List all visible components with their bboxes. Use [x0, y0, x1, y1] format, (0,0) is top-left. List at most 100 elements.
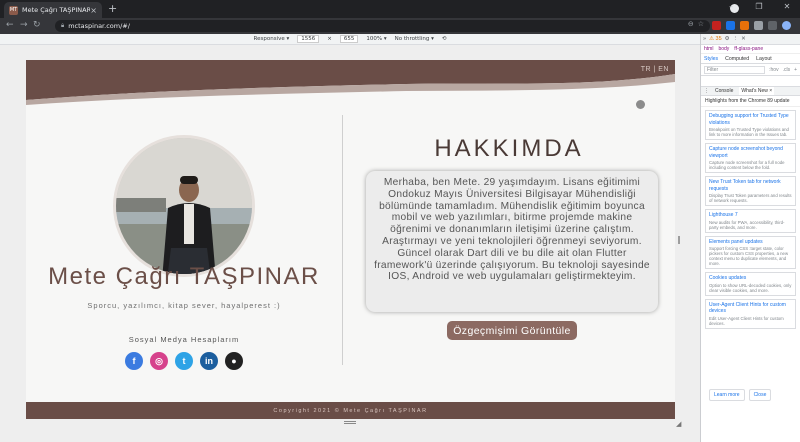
copyright-text: Copyright 2021 © Mete Çağrı TAŞPINAR: [273, 407, 428, 414]
list-item-desc: Display Trust Token parameters and resul…: [709, 193, 792, 203]
device-toolbar: Responsive ▾ 1556 × 655 100% ▾ No thrott…: [0, 34, 700, 45]
list-item-title: Debugging support for Trusted Type viola…: [709, 113, 789, 126]
list-item[interactable]: Elements panel updates Support forcing C…: [705, 235, 796, 269]
list-item[interactable]: Cookies updates Option to show URL-decod…: [705, 272, 796, 296]
extension-icon[interactable]: [740, 21, 749, 30]
tab-close-icon[interactable]: ×: [90, 6, 97, 15]
hov-toggle[interactable]: :hov: [769, 67, 778, 73]
lang-separator: |: [653, 66, 656, 73]
lang-tr-link[interactable]: TR: [641, 66, 651, 73]
list-item[interactable]: Debugging support for Trusted Type viola…: [705, 110, 796, 140]
profile-column: Mete Çağrı TAŞPINAR Sporcu, yazılımcı, k…: [26, 105, 342, 402]
browser-tab[interactable]: MT Mete Çağrı TAŞPINAR ×: [4, 2, 102, 18]
address-bar[interactable]: 🔒︎ mctaspinar.com/#/ ⊖ ☆: [55, 20, 710, 32]
language-switcher: TR | EN: [641, 66, 669, 73]
profile-photo: [113, 135, 255, 277]
extension-icon[interactable]: [754, 21, 763, 30]
back-icon[interactable]: ←: [6, 20, 14, 30]
viewport-resize-handle-corner[interactable]: ◢: [676, 420, 681, 428]
tab-title: Mete Çağrı TAŞPINAR: [22, 6, 91, 14]
more-tabs-icon[interactable]: »: [703, 36, 706, 42]
whats-new-list: Debugging support for Trusted Type viola…: [701, 107, 800, 329]
list-item-desc: Capture node screenshot for a full node …: [709, 160, 785, 170]
browser-toolbar: ← → ↻ 🔒︎ mctaspinar.com/#/ ⊖ ☆: [0, 18, 800, 34]
drawer-tabs: ⋮ Console What's New ×: [701, 86, 800, 96]
styles-filter-bar: Filter :hov .cls +: [701, 64, 800, 76]
tab-layout[interactable]: Layout: [756, 56, 772, 62]
zoom-icon[interactable]: ⊖: [688, 20, 694, 28]
list-item-title: New Trust Token tab for network requests: [709, 179, 781, 192]
web-page: TR | EN Mete Çağrı TAŞPINAR Sporcu, yazı…: [26, 60, 675, 419]
zoom-select[interactable]: 100% ▾: [366, 36, 386, 42]
styles-filter-input[interactable]: Filter: [704, 65, 766, 74]
list-item-desc: Support forcing CSS :target state, color…: [709, 246, 789, 266]
url-text: mctaspinar.com/#/: [68, 22, 130, 30]
viewport-resize-handle-bottom[interactable]: [344, 421, 356, 424]
whats-new-actions: Learn more Close: [709, 389, 772, 401]
tab-console[interactable]: Console: [715, 88, 733, 94]
bookmark-star-icon[interactable]: ☆: [698, 20, 704, 28]
warnings-badge[interactable]: ⚠ 35: [709, 36, 722, 42]
list-item-title: Elements panel updates: [709, 238, 763, 245]
breadcrumb-item[interactable]: body: [718, 46, 729, 52]
devtools-toolbar: » ⚠ 35 ⚙ ⋮ ✕: [701, 34, 800, 45]
tab-styles[interactable]: Styles: [704, 56, 718, 62]
reload-icon[interactable]: ↻: [33, 20, 41, 30]
list-item[interactable]: Capture node screenshot beyond viewport …: [705, 143, 796, 173]
extension-icon[interactable]: [768, 21, 777, 30]
learn-more-button[interactable]: Learn more: [709, 389, 745, 401]
device-height-input[interactable]: 655: [339, 35, 359, 43]
extension-icon[interactable]: [712, 21, 721, 30]
list-item-desc: Option to show URL-decoded cookies, only…: [709, 282, 792, 293]
list-item-desc: Breakpoint on Trusted Type violations an…: [709, 127, 789, 137]
extension-icon[interactable]: [726, 21, 735, 30]
cls-toggle[interactable]: .cls: [783, 67, 791, 73]
twitter-icon[interactable]: t: [175, 352, 193, 370]
profile-avatar[interactable]: [782, 21, 791, 30]
whats-new-heading: Highlights from the Chrome 89 update: [701, 96, 800, 107]
about-text: Merhaba, ben Mete. 29 yaşımdayım. Lisans…: [374, 177, 650, 283]
tab-computed[interactable]: Computed: [725, 56, 749, 62]
device-mode-select[interactable]: Responsive ▾: [254, 36, 290, 42]
extension-icons: [712, 21, 791, 30]
breadcrumb-item[interactable]: ff-glass-pane: [734, 46, 763, 52]
window-controls: – ❐ ✕: [722, 2, 796, 11]
view-cv-button[interactable]: Özgeçmişimi Görüntüle: [447, 321, 577, 340]
maximize-icon[interactable]: ❐: [750, 2, 768, 11]
social-title: Sosyal Medya Hesaplarım: [128, 335, 240, 344]
throttle-select[interactable]: No throttling ▾: [395, 36, 434, 42]
element-breadcrumbs: html body ff-glass-pane: [701, 45, 800, 54]
lang-en-link[interactable]: EN: [658, 66, 669, 73]
rotate-icon[interactable]: ⟲: [442, 36, 447, 42]
device-width-input[interactable]: 1556: [297, 35, 320, 43]
linkedin-icon[interactable]: in: [200, 352, 218, 370]
facebook-icon[interactable]: f: [125, 352, 143, 370]
settings-icon[interactable]: ⚙: [725, 36, 730, 42]
close-button[interactable]: Close: [748, 389, 772, 401]
header-wave: [26, 60, 675, 105]
drawer-menu-icon[interactable]: ⋮: [704, 88, 709, 94]
minimize-icon[interactable]: –: [722, 2, 740, 11]
about-title: HAKKIMDA: [434, 135, 584, 162]
list-item[interactable]: Lighthouse 7 New audits for PWA, accessi…: [705, 209, 796, 233]
list-item[interactable]: User-Agent Client Hints for custom devic…: [705, 298, 796, 329]
breadcrumb-item[interactable]: html: [704, 46, 713, 52]
devtools-close-icon[interactable]: ✕: [741, 36, 746, 42]
footer: Copyright 2021 © Mete Çağrı TAŞPINAR: [26, 402, 675, 419]
github-icon[interactable]: ●: [225, 352, 243, 370]
instagram-icon[interactable]: ◎: [150, 352, 168, 370]
new-tab-icon[interactable]: +: [108, 3, 117, 15]
tab-whats-new[interactable]: What's New ×: [739, 87, 775, 95]
new-rule-button[interactable]: +: [794, 67, 797, 73]
tab-strip: MT Mete Çağrı TAŞPINAR × + – ❐ ✕: [0, 0, 800, 18]
list-item-desc: Edit User-Agent Client Hints for custom …: [709, 315, 784, 326]
viewport-resize-handle-right[interactable]: ‖: [677, 235, 681, 244]
list-item-title: Lighthouse 7: [709, 212, 738, 218]
list-item[interactable]: New Trust Token tab for network requests…: [705, 176, 796, 206]
window-close-icon[interactable]: ✕: [778, 2, 796, 11]
forward-icon[interactable]: →: [20, 20, 28, 30]
lock-icon: 🔒︎: [61, 22, 65, 29]
kebab-menu-icon[interactable]: ⋮: [733, 36, 739, 42]
social-links: f ◎ t in ●: [26, 352, 342, 370]
favicon-icon: MT: [9, 5, 18, 15]
